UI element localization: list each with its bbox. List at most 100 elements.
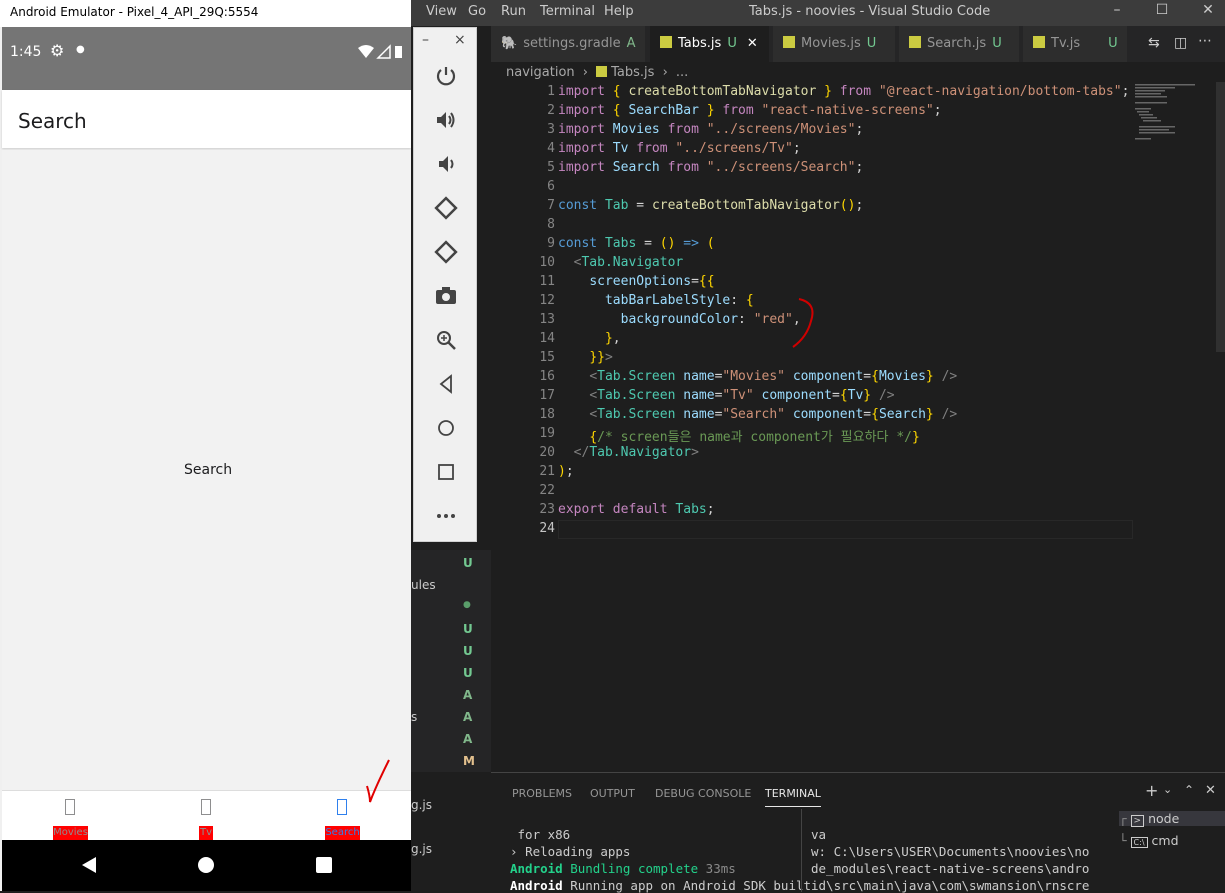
menu-go[interactable]: Go <box>468 4 486 19</box>
explorer-item-fragment[interactable]: g.js <box>411 842 432 856</box>
tab-movies[interactable]: Movies <box>2 791 138 841</box>
compare-changes-icon[interactable]: ⇆ <box>1148 35 1160 51</box>
code-line[interactable]: backgroundColor: "red", <box>558 312 801 327</box>
camera-icon[interactable] <box>434 284 458 308</box>
terminal-dropdown-icon[interactable]: ⌄ <box>1163 783 1172 796</box>
menu-run[interactable]: Run <box>501 4 526 19</box>
code-line[interactable]: ); <box>558 464 574 479</box>
menu-help[interactable]: Help <box>604 4 634 19</box>
close-panel-icon[interactable]: ✕ <box>1205 783 1216 798</box>
code-line[interactable]: }, <box>558 331 621 346</box>
home-icon[interactable] <box>434 416 458 440</box>
back-icon[interactable] <box>434 372 458 396</box>
explorer-item-fragment[interactable]: g.js <box>411 798 432 812</box>
volume-up-icon[interactable] <box>434 108 458 132</box>
overview-icon[interactable] <box>434 460 458 484</box>
line-number: 18 <box>539 407 555 422</box>
volume-down-icon[interactable] <box>434 152 458 176</box>
close-icon[interactable]: ✕ <box>1198 2 1218 22</box>
code-line[interactable]: }}> <box>558 350 612 365</box>
home-nav-icon[interactable] <box>197 856 215 874</box>
line-number: 23 <box>539 502 555 517</box>
line-number: 20 <box>539 445 555 460</box>
line-number: 3 <box>547 122 555 137</box>
power-icon[interactable] <box>434 64 458 88</box>
tab-label: Tv.js <box>1051 36 1081 51</box>
terminal-item-cmd[interactable]: └ C:\ cmd <box>1119 833 1179 848</box>
menu-terminal[interactable]: Terminal <box>540 4 595 19</box>
code-line[interactable]: {/* screen들은 name과 component가 필요하다 */} <box>558 426 919 445</box>
code-editor[interactable]: 1 import { createBottomTabNavigator } fro… <box>491 82 1141 772</box>
panel-tab-problems[interactable]: PROBLEMS <box>512 787 572 800</box>
new-terminal-icon[interactable]: + <box>1145 781 1158 800</box>
terminal-line: for x86 <box>510 827 571 842</box>
maximize-icon[interactable]: ☐ <box>1152 2 1172 22</box>
code-line[interactable]: <Tab.Screen name="Search" component={Sea… <box>558 407 957 422</box>
code-line[interactable]: import Movies from "../screens/Movies"; <box>558 122 863 137</box>
chevron-right-icon: › <box>582 65 588 80</box>
terminal-line: va <box>811 827 827 842</box>
code-line[interactable]: import Tv from "../screens/Tv"; <box>558 141 801 156</box>
maximize-panel-icon[interactable]: ⌃ <box>1184 783 1194 797</box>
recents-nav-icon[interactable] <box>315 856 333 874</box>
code-line[interactable]: <Tab.Screen name="Tv" component={Tv} /> <box>558 388 894 403</box>
tab-tv-js[interactable]: Tv.js U <box>1023 26 1128 62</box>
breadcrumb-folder[interactable]: navigation <box>506 65 575 80</box>
editor-scrollbar[interactable] <box>1216 82 1225 352</box>
tab-settings-gradle[interactable]: 🐘 settings.gradle A <box>491 26 646 62</box>
zoom-icon[interactable] <box>434 328 458 352</box>
git-status: U <box>727 36 737 51</box>
panel-tab-debug-console[interactable]: DEBUG CONSOLE <box>655 787 751 800</box>
code-line[interactable]: <Tab.Screen name="Movies" component={Mov… <box>558 369 957 384</box>
code-line[interactable]: const Tab = createBottomTabNavigator(); <box>558 198 863 213</box>
git-mark: ● <box>463 600 471 610</box>
explorer-item-fragment[interactable]: ules <box>411 578 436 592</box>
split-editor-icon[interactable]: ◫ <box>1174 35 1187 51</box>
breadcrumb-symbol[interactable]: ... <box>676 65 688 80</box>
wifi-signal-battery-icon <box>358 44 402 59</box>
explorer-item-fragment[interactable]: s <box>411 710 417 724</box>
close-emulator-icon[interactable]: × <box>454 32 466 48</box>
tab-movies-js[interactable]: Movies.js U <box>773 26 896 62</box>
terminal-item-node[interactable]: ┌ > node <box>1119 811 1225 827</box>
git-status: U <box>866 36 877 51</box>
code-line[interactable]: </Tab.Navigator> <box>558 445 699 460</box>
rotate-right-icon[interactable] <box>434 240 458 264</box>
tab-tabs-js[interactable]: Tabs.js U ✕ <box>650 26 770 62</box>
more-icon[interactable] <box>434 504 458 528</box>
panel-tab-terminal[interactable]: TERMINAL <box>765 787 821 807</box>
line-number: 12 <box>539 293 555 308</box>
code-line[interactable]: screenOptions={{ <box>558 274 714 289</box>
line-number: 11 <box>539 274 555 289</box>
code-line[interactable]: const Tabs = () => ( <box>558 236 715 251</box>
code-line[interactable]: tabBarLabelStyle: { <box>558 293 754 308</box>
menu-view[interactable]: View <box>426 4 457 19</box>
line-number: 17 <box>539 388 555 403</box>
tab-search-js[interactable]: Search.js U <box>899 26 1020 62</box>
breadcrumb-file[interactable]: Tabs.js <box>611 65 654 80</box>
code-line[interactable]: export default Tabs; <box>558 502 715 517</box>
minimap[interactable] <box>1133 82 1213 772</box>
close-tab-icon[interactable]: ✕ <box>747 36 758 51</box>
back-nav-icon[interactable] <box>80 856 98 874</box>
line-number: 14 <box>539 331 555 346</box>
minimize-icon[interactable]: – <box>1107 2 1127 22</box>
panel-tab-output[interactable]: OUTPUT <box>590 787 635 800</box>
rotate-left-icon[interactable] <box>434 196 458 220</box>
more-actions-icon[interactable]: ⋯ <box>1198 33 1212 49</box>
tab-label: Search.js <box>927 36 987 51</box>
editor-tabs: 🐘 settings.gradle A Tabs.js U ✕ Movies.js U S… <box>491 26 1225 62</box>
line-number: 7 <box>547 198 555 213</box>
line-number: 8 <box>547 217 555 232</box>
tab-tv[interactable]: Tv <box>138 791 274 841</box>
code-line[interactable]: import Search from "../screens/Search"; <box>558 160 863 175</box>
current-line-highlight <box>558 520 1133 539</box>
code-line[interactable]: import { createBottomTabNavigator } from… <box>558 84 1129 99</box>
git-mark: A <box>463 688 473 702</box>
line-number: 16 <box>539 369 555 384</box>
git-status: U <box>992 36 1002 51</box>
line-number: 21 <box>539 464 555 479</box>
minimize-emulator-icon[interactable]: – <box>422 32 429 48</box>
code-line[interactable]: <Tab.Navigator <box>558 255 684 270</box>
code-line[interactable]: import { SearchBar } from "react-native-… <box>558 103 942 118</box>
